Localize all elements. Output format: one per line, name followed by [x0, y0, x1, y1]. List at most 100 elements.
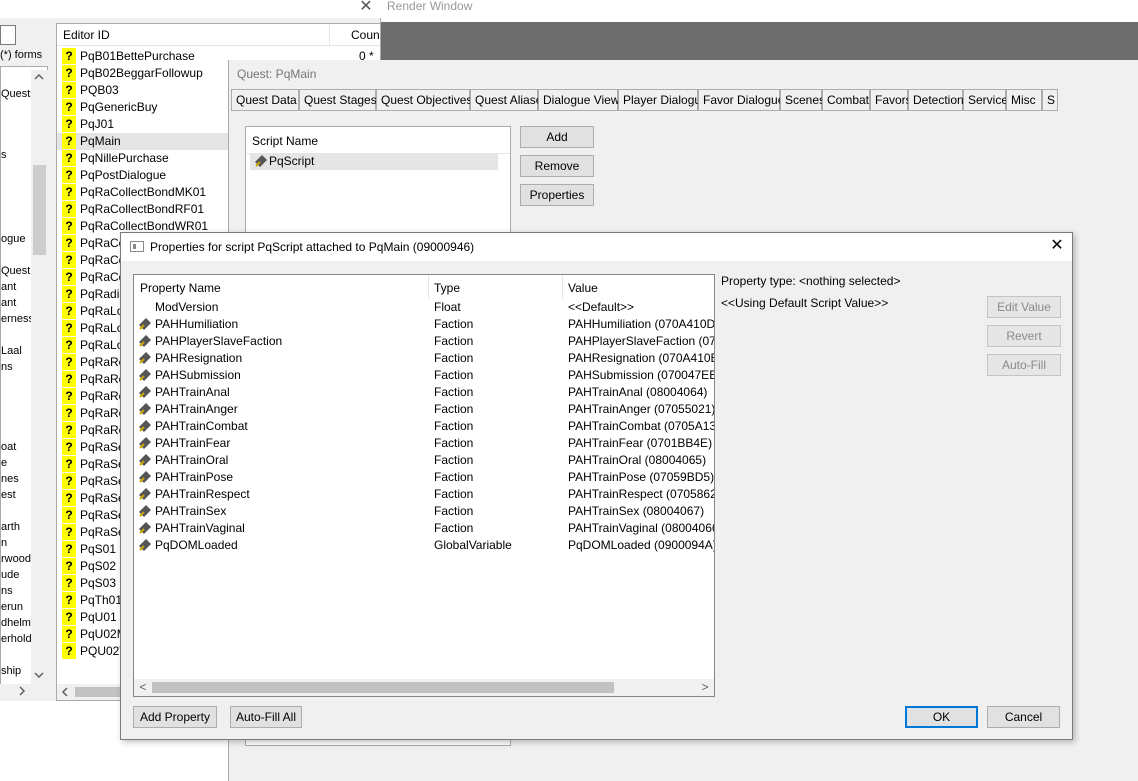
script-properties-button[interactable]: Properties: [520, 184, 594, 206]
property-row[interactable]: PAHHumiliation Faction PAHHumiliation (070…: [134, 316, 714, 333]
tree-item[interactable]: est: [1, 489, 16, 501]
tree-item[interactable]: arth: [1, 521, 20, 533]
property-row[interactable]: PAHTrainVaginal Faction PAHTrainVaginal (0…: [134, 520, 714, 537]
tab-favor-dialogue[interactable]: Favor Dialogue: [698, 89, 784, 111]
property-table[interactable]: Property Name Type Value ModVersion Float…: [133, 274, 715, 697]
tree-item[interactable]: ude: [1, 569, 19, 581]
question-mark-icon: ?: [62, 218, 76, 234]
render-viewport[interactable]: [381, 22, 1138, 60]
type-column-header[interactable]: Type: [434, 281, 460, 295]
auto-fill-all-button[interactable]: Auto-Fill All: [230, 706, 302, 728]
property-row[interactable]: PAHTrainOral Faction PAHTrainOral (0800406…: [134, 452, 714, 469]
scroll-left-icon[interactable]: <: [137, 679, 149, 696]
question-mark-icon: ?: [62, 609, 76, 625]
tab-quest-stages[interactable]: Quest Stages: [299, 89, 377, 111]
ok-button[interactable]: OK: [905, 706, 978, 728]
property-row[interactable]: PAHTrainPose Faction PAHTrainPose (07059BD…: [134, 469, 714, 486]
script-row[interactable]: PqScript: [250, 153, 498, 170]
property-name: PAHTrainFear: [155, 436, 231, 450]
tree-item[interactable]: erness: [1, 313, 34, 325]
tree-item[interactable]: Quest: [1, 265, 30, 277]
form-editor-id: PqB02BeggarFollowup: [80, 66, 203, 80]
tree-vertical-scrollbar[interactable]: [31, 70, 48, 684]
tree-item[interactable]: ship: [1, 665, 21, 677]
remove-script-button[interactable]: Remove: [520, 155, 594, 177]
horizontal-scroll-thumb[interactable]: [152, 682, 614, 693]
question-mark-icon: ?: [62, 99, 76, 115]
tab-favors[interactable]: Favors: [870, 89, 912, 111]
form-editor-id: PqRaCollectBondRF01: [80, 202, 205, 216]
edit-value-button[interactable]: Edit Value: [987, 296, 1061, 318]
property-row[interactable]: PAHTrainSex Faction PAHTrainSex (08004067): [134, 503, 714, 520]
property-name-column-header[interactable]: Property Name: [140, 281, 221, 295]
revert-button[interactable]: Revert: [987, 325, 1061, 347]
cancel-button[interactable]: Cancel: [987, 706, 1060, 728]
tree-item[interactable]: erun: [1, 601, 23, 613]
tab-dialogue-views[interactable]: Dialogue Views: [538, 89, 626, 111]
scroll-right-icon[interactable]: >: [699, 679, 711, 696]
tab-detection[interactable]: Detection: [908, 89, 964, 111]
tree-item[interactable]: e: [1, 457, 7, 469]
add-property-button[interactable]: Add Property: [133, 706, 217, 728]
tree-item[interactable]: s: [1, 149, 7, 161]
property-row[interactable]: PAHTrainCombat Faction PAHTrainCombat (070…: [134, 418, 714, 435]
property-table-header: Property Name Type Value: [134, 275, 714, 299]
tree-item[interactable]: dhelm: [1, 617, 31, 629]
property-row[interactable]: PAHTrainAnger Faction PAHTrainAnger (07055…: [134, 401, 714, 418]
tree-item[interactable]: ant: [1, 297, 16, 309]
property-row[interactable]: PAHTrainFear Faction PAHTrainFear (0701BB4…: [134, 435, 714, 452]
property-row[interactable]: PAHSubmission Faction PAHSubmission (07004…: [134, 367, 714, 384]
property-row[interactable]: PAHPlayerSlaveFaction Faction PAHPlayerSla…: [134, 333, 714, 350]
tree-horizontal-scrollbar[interactable]: [0, 684, 48, 698]
column-divider[interactable]: [329, 24, 330, 46]
tree-item[interactable]: n: [1, 537, 7, 549]
tree-scroll-thumb[interactable]: [33, 165, 46, 255]
property-name: PqDOMLoaded: [155, 538, 238, 552]
property-row[interactable]: ModVersion Float <<Default>>: [134, 299, 714, 316]
property-type: Faction: [434, 436, 474, 450]
property-value: PAHTrainOral (08004065): [568, 453, 707, 467]
tab-scenes[interactable]: Scenes: [780, 89, 825, 111]
auto-fill-button[interactable]: Auto-Fill: [987, 354, 1061, 376]
property-script-icon: [139, 488, 151, 500]
property-type: Faction: [434, 368, 474, 382]
script-properties-dialog: Properties for script PqScript attached …: [120, 232, 1073, 740]
tree-item[interactable]: Laal: [1, 345, 22, 357]
tree-item[interactable]: ns: [1, 585, 13, 597]
tab-service[interactable]: Service: [963, 89, 1008, 111]
tab-s[interactable]: S: [1042, 89, 1058, 111]
tree-item[interactable]: nes: [1, 473, 19, 485]
filter-input[interactable]: [0, 25, 16, 45]
tab-quest-objectives[interactable]: Quest Objectives: [376, 89, 472, 111]
column-divider[interactable]: [562, 275, 563, 299]
object-window-close-icon[interactable]: ✕: [356, 0, 376, 17]
tree-item[interactable]: ns: [1, 361, 13, 373]
dialog-close-icon[interactable]: ✕: [1047, 236, 1067, 256]
tab-player-dialogue[interactable]: Player Dialogue: [618, 89, 708, 111]
script-name-column-header[interactable]: Script Name: [252, 134, 318, 148]
property-row[interactable]: PqDOMLoaded GlobalVariable PqDOMLoaded (09…: [134, 537, 714, 554]
property-row[interactable]: PAHResignation Faction PAHResignation (070…: [134, 350, 714, 367]
tab-combat[interactable]: Combat: [822, 89, 870, 111]
tab-quest-aliases[interactable]: Quest Aliases: [470, 89, 548, 111]
property-value: PAHTrainSex (08004067): [568, 504, 705, 518]
tree-item[interactable]: ogue: [1, 233, 25, 245]
question-mark-icon: ?: [62, 337, 76, 353]
question-mark-icon: ?: [62, 269, 76, 285]
tree-item[interactable]: erhold: [1, 633, 32, 645]
property-row[interactable]: PAHTrainAnal Faction PAHTrainAnal (0800406…: [134, 384, 714, 401]
tab-quest-data[interactable]: Quest Data: [231, 89, 299, 111]
editor-id-column-header[interactable]: Editor ID: [63, 28, 110, 42]
tree-item[interactable]: ant: [1, 281, 16, 293]
property-type: Faction: [434, 385, 474, 399]
add-script-button[interactable]: Add: [520, 126, 594, 148]
tab-misc[interactable]: Misc: [1006, 89, 1042, 111]
value-column-header[interactable]: Value: [568, 281, 598, 295]
count-column-header[interactable]: Count: [351, 28, 380, 42]
tree-item[interactable]: oat: [1, 441, 16, 453]
property-row[interactable]: PAHTrainRespect Faction PAHTrainRespect (0…: [134, 486, 714, 503]
property-table-horizontal-scrollbar[interactable]: < >: [134, 679, 714, 696]
question-mark-icon: ?: [62, 626, 76, 642]
tree-item[interactable]: rwood: [1, 553, 31, 565]
column-divider[interactable]: [428, 275, 429, 299]
